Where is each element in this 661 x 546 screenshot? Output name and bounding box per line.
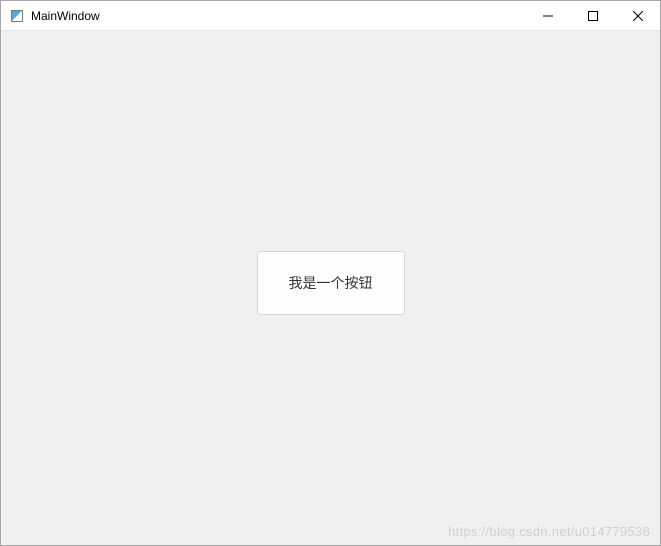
main-button[interactable]: 我是一个按钮 [257, 251, 405, 315]
close-icon [633, 11, 643, 21]
minimize-icon [543, 11, 553, 21]
main-window: MainWindow 我是一个按钮 https: [0, 0, 661, 546]
window-title: MainWindow [31, 9, 525, 23]
client-area: 我是一个按钮 https://blog.csdn.net/u014779536 [1, 31, 660, 545]
app-icon [9, 8, 25, 24]
watermark-text: https://blog.csdn.net/u014779536 [448, 524, 650, 539]
main-button-label: 我是一个按钮 [289, 273, 373, 293]
minimize-button[interactable] [525, 1, 570, 30]
close-button[interactable] [615, 1, 660, 30]
maximize-icon [588, 11, 598, 21]
titlebar: MainWindow [1, 1, 660, 31]
maximize-button[interactable] [570, 1, 615, 30]
window-controls [525, 1, 660, 30]
